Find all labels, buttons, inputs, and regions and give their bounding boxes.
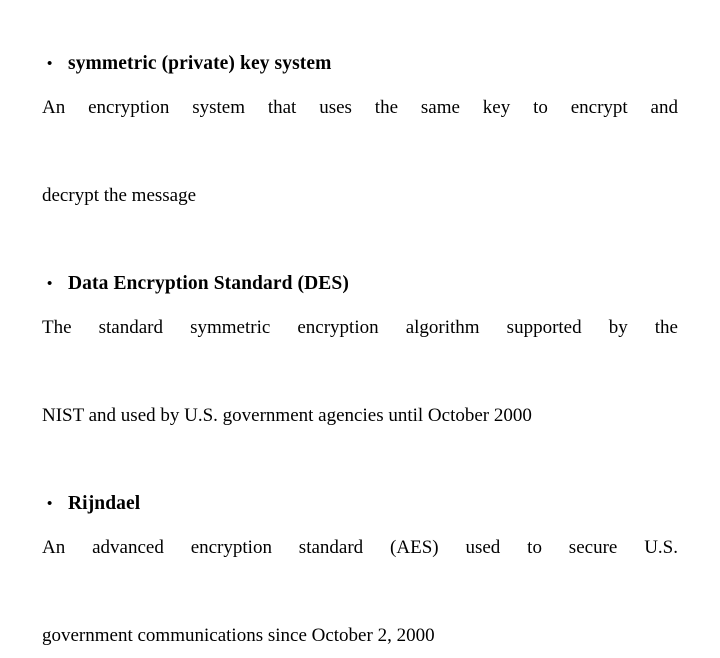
bullet-item-symmetric-key-system: • symmetric (private) key system (42, 42, 678, 86)
bullet-item-data-encryption-standard: • Data Encryption Standard (DES) (42, 262, 678, 306)
slide-canvas: • symmetric (private) key system An encr… (0, 0, 720, 646)
body-paragraph-des-line-1: The standard symmetric encryption algori… (42, 317, 678, 338)
slide-content: • symmetric (private) key system An encr… (42, 42, 678, 658)
bullet-point-icon: • (47, 276, 53, 292)
body-paragraph-symmetric-line-1: An encryption system that uses the same … (42, 97, 678, 118)
body-paragraph-symmetric-line-2: decrypt the message (42, 185, 197, 206)
bullet-heading-text: symmetric (private) key system (68, 53, 332, 74)
bullet-heading-text: Rijndael (68, 493, 141, 514)
bullet-point-icon: • (47, 496, 53, 512)
body-paragraph-rijndael-line-1: An advanced encryption standard (AES) us… (42, 537, 678, 558)
body-paragraph-rijndael-line-2: government communications since October … (42, 625, 435, 646)
body-paragraph-des-line-2: NIST and used by U.S. government agencie… (42, 405, 532, 426)
bullet-point-icon: • (47, 56, 53, 72)
bullet-item-rijndael: • Rijndael (42, 482, 678, 526)
bullet-heading-text: Data Encryption Standard (DES) (68, 273, 349, 294)
